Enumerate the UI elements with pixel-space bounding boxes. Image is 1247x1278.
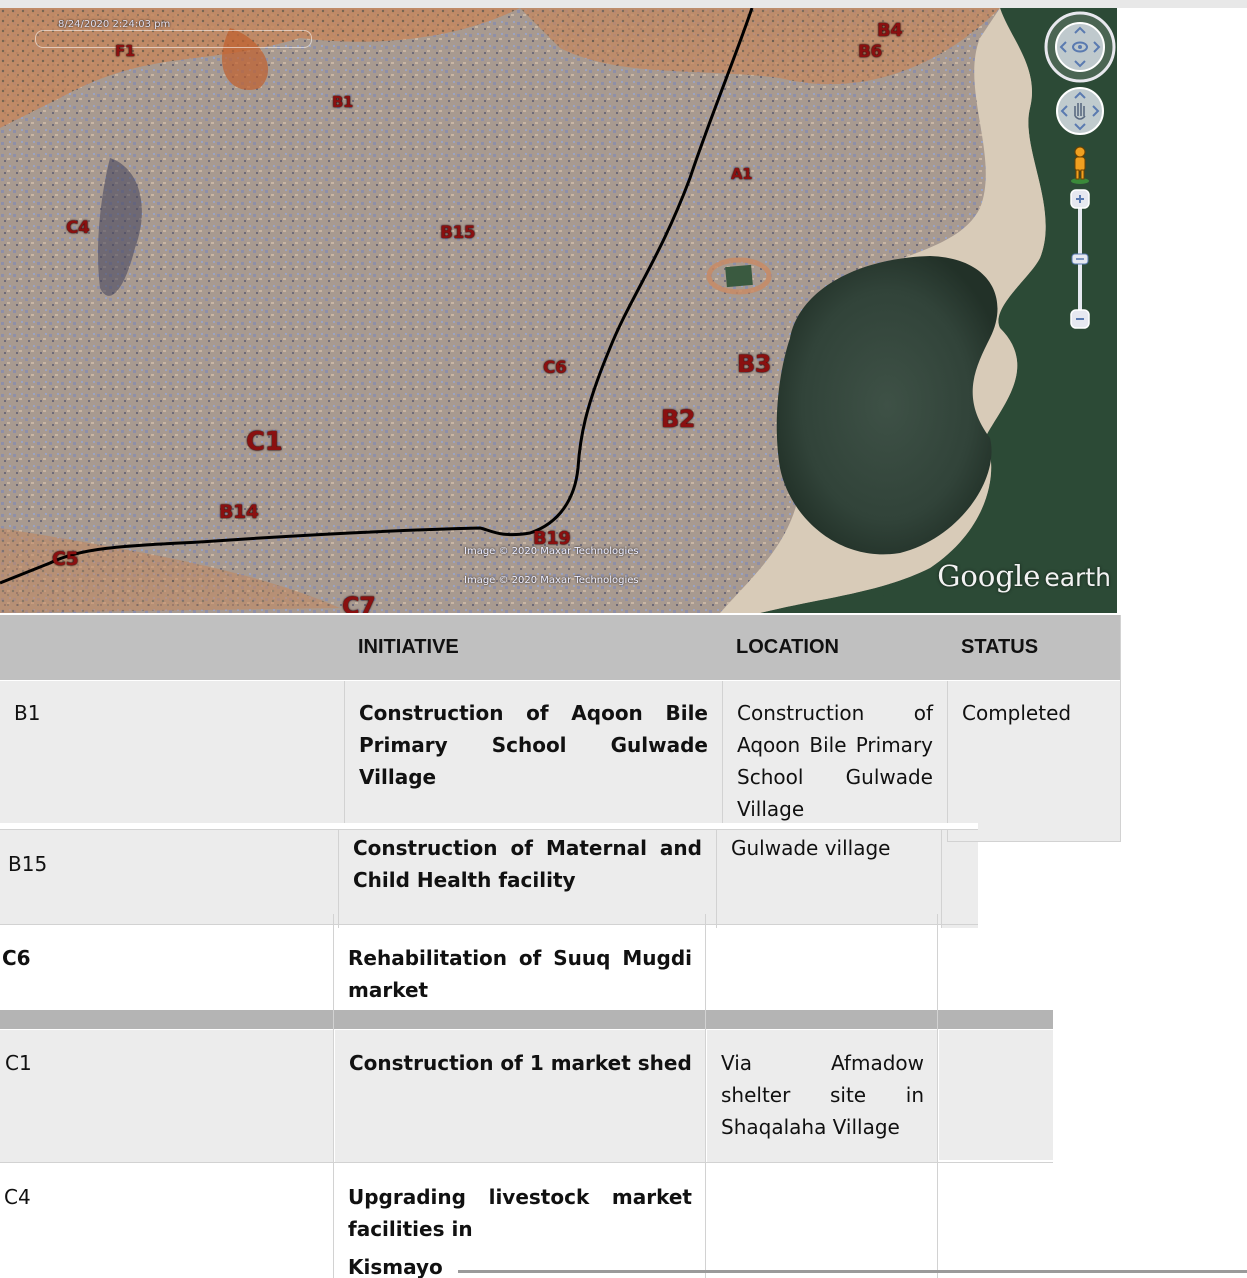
grid-line bbox=[0, 1162, 1053, 1163]
grid-line bbox=[338, 830, 339, 928]
grid-line bbox=[716, 830, 717, 928]
header-status: STATUS bbox=[947, 615, 1121, 680]
row-b1-location: Construction of Aqoon Bile Primary Schoo… bbox=[723, 681, 947, 823]
row-b1-status: Completed bbox=[948, 681, 1121, 841]
row-c1-status bbox=[939, 1030, 1053, 1160]
row-b1-code: B1 bbox=[0, 681, 344, 823]
row-c1-location: Via Afmadow shelter site in Shaqalaha Vi… bbox=[707, 1030, 938, 1162]
initiatives-table: INITIATIVE LOCATION STATUS B1 Constructi… bbox=[0, 0, 1247, 1278]
grid-line bbox=[344, 681, 345, 823]
row-separator bbox=[0, 1010, 1053, 1029]
row-b1-initiative: Construction of Aqoon Bile Primary Schoo… bbox=[345, 681, 722, 823]
row-c4-initiative: Upgrading livestock market facilities in… bbox=[334, 1165, 706, 1278]
row-c4-code: C4 bbox=[4, 1185, 31, 1209]
row-c1-initiative: Construction of 1 market shed bbox=[335, 1030, 706, 1162]
header-initiative: INITIATIVE bbox=[344, 615, 722, 680]
row-c1-code: C1 bbox=[0, 1030, 334, 1162]
row-c4-initiative-text: Upgrading livestock market facilities in bbox=[348, 1185, 692, 1241]
row-c6-initiative: Rehabilitation of Suuq Mugdi market bbox=[348, 946, 692, 1002]
grid-line bbox=[941, 830, 942, 928]
header-code bbox=[0, 615, 344, 680]
row-c4-initiative-cont: Kismayo bbox=[348, 1255, 443, 1278]
horizontal-scrollbar[interactable] bbox=[458, 1270, 1247, 1273]
grid-line bbox=[947, 681, 948, 841]
grid-line bbox=[1120, 615, 1121, 841]
grid-line bbox=[705, 914, 706, 1278]
grid-line bbox=[333, 914, 334, 1278]
grid-line bbox=[947, 841, 1121, 842]
row-c4-location bbox=[706, 1165, 938, 1278]
row-b15-location: Gulwade village bbox=[717, 830, 941, 924]
grid-line bbox=[0, 829, 978, 830]
row-c6-code: C6 bbox=[2, 946, 31, 970]
grid-line bbox=[722, 681, 723, 823]
row-b15-initiative: Construction of Maternal and Child Healt… bbox=[339, 830, 716, 924]
row-b15-code: B15 bbox=[0, 830, 338, 924]
grid-line bbox=[0, 924, 978, 925]
row-c6-location bbox=[706, 928, 938, 1008]
grid-line bbox=[937, 914, 938, 1278]
top-strip bbox=[0, 0, 1247, 8]
row-b15-status bbox=[942, 830, 978, 928]
row-c6-status bbox=[938, 928, 978, 1008]
header-location: LOCATION bbox=[722, 615, 947, 680]
